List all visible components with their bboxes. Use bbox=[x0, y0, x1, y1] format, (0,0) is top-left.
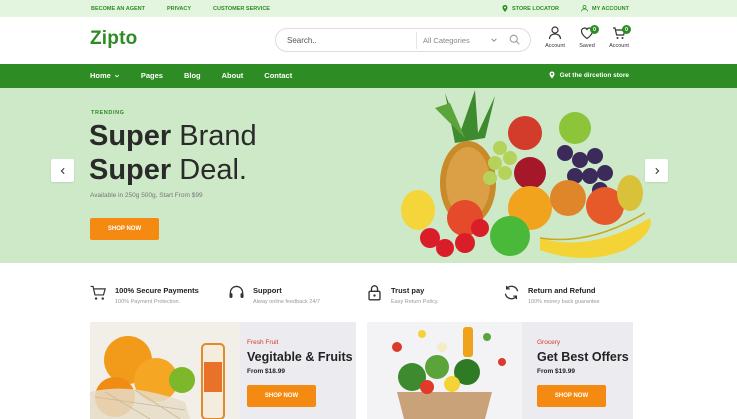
feature-trust-pay: Trust pay Easy Return Policy. bbox=[366, 284, 439, 305]
logo[interactable]: Zipto bbox=[90, 28, 137, 50]
header: Zipto Search.. All Categories Account 0 … bbox=[0, 17, 737, 64]
fruit-basket-image bbox=[90, 322, 240, 419]
hero-title: Super Brand Super Deal. bbox=[89, 119, 257, 187]
saved-button[interactable]: 0 Saved bbox=[575, 25, 599, 49]
promo-title: Vegitable & Fruits bbox=[247, 350, 353, 364]
promo-price: From $18.99 bbox=[247, 368, 285, 375]
grocery-bag-image bbox=[367, 322, 522, 419]
feature-support: Support Alway online feedback 24/7 bbox=[228, 284, 320, 305]
lock-icon bbox=[368, 285, 381, 301]
hero-line2-rest: Deal. bbox=[171, 154, 247, 186]
nav-item-contact[interactable]: Contact bbox=[264, 71, 292, 80]
nav-item-pages[interactable]: Pages bbox=[141, 71, 163, 80]
top-bar: BECOME AN AGENT PRIVACY CUSTOMER SERVICE… bbox=[0, 0, 737, 17]
prev-slide-button[interactable] bbox=[51, 159, 74, 182]
hero-line2-bold: Super bbox=[89, 154, 172, 186]
promo-shop-now-button[interactable]: SHOP NOW bbox=[247, 385, 316, 407]
map-pin-icon bbox=[502, 5, 508, 12]
feature-return-refund: Return and Refund 100% money back guaran… bbox=[503, 284, 600, 305]
privacy-link[interactable]: PRIVACY bbox=[167, 6, 191, 12]
cart-count-badge: 0 bbox=[622, 25, 631, 34]
feature-title: 100% Secure Payments bbox=[115, 286, 199, 295]
feature-title: Trust pay bbox=[391, 286, 425, 295]
nav-item-about[interactable]: About bbox=[222, 71, 244, 80]
saved-label: Saved bbox=[579, 43, 595, 49]
user-icon bbox=[548, 26, 562, 40]
promo-price: From $19.99 bbox=[537, 368, 575, 375]
promo-title: Get Best Offers bbox=[537, 350, 629, 364]
feature-title: Support bbox=[253, 286, 282, 295]
hero-banner: TRENDING Super Brand Super Deal. Availab… bbox=[0, 88, 737, 263]
main-nav: Home Pages Blog About Contact Get the di… bbox=[0, 64, 737, 88]
hero-line1-bold: Super bbox=[89, 120, 172, 152]
feature-secure-payments: 100% Secure Payments 100% Payment Protec… bbox=[90, 284, 199, 305]
cart-button[interactable]: 0 Account bbox=[607, 25, 631, 49]
customer-service-link[interactable]: CUSTOMER SERVICE bbox=[213, 6, 270, 12]
chevron-down-icon bbox=[491, 38, 497, 42]
cart-icon bbox=[90, 285, 106, 300]
direction-store-label: Get the dircetion store bbox=[559, 71, 629, 79]
chevron-left-icon bbox=[60, 167, 65, 174]
nav-item-home[interactable]: Home bbox=[90, 71, 120, 80]
feature-subtitle: Easy Return Policy. bbox=[391, 299, 439, 305]
map-pin-icon bbox=[549, 71, 555, 79]
store-locator-link[interactable]: STORE LOCATOR bbox=[502, 5, 559, 12]
nav-item-blog[interactable]: Blog bbox=[184, 71, 201, 80]
store-locator-label: STORE LOCATOR bbox=[511, 5, 560, 12]
my-account-link[interactable]: MY ACCOUNT bbox=[581, 5, 629, 12]
promo-category: Grocery bbox=[537, 339, 561, 346]
fruit-image bbox=[401, 90, 651, 258]
features-row: 100% Secure Payments 100% Payment Protec… bbox=[0, 263, 737, 321]
refresh-icon bbox=[504, 285, 519, 300]
headset-icon bbox=[229, 285, 244, 298]
promo-shop-now-button[interactable]: SHOP NOW bbox=[537, 385, 606, 407]
direction-store-link[interactable]: Get the dircetion store bbox=[549, 71, 629, 79]
hero-tag: TRENDING bbox=[91, 110, 125, 116]
nav-home-label: Home bbox=[90, 71, 111, 80]
search-icon[interactable] bbox=[509, 34, 520, 45]
my-account-label: MY ACCOUNT bbox=[592, 5, 629, 12]
saved-count-badge: 0 bbox=[590, 25, 599, 34]
feature-subtitle: Alway online feedback 24/7 bbox=[253, 299, 320, 305]
hero-subtitle: Available in 250g 500g, Start From $99 bbox=[90, 192, 203, 199]
chevron-down-icon bbox=[114, 74, 119, 78]
feature-subtitle: 100% Payment Protection. bbox=[115, 299, 181, 305]
promo-card-fruits[interactable]: Fresh Fruit Vegitable & Fruits From $18.… bbox=[90, 322, 356, 419]
account-label: Account bbox=[545, 43, 565, 49]
search-bar: Search.. All Categories bbox=[275, 28, 531, 52]
hero-line1-rest: Brand bbox=[171, 120, 257, 152]
promo-category: Fresh Fruit bbox=[247, 339, 279, 346]
become-agent-link[interactable]: BECOME AN AGENT bbox=[91, 6, 145, 12]
cart-label: Account bbox=[609, 43, 629, 49]
hero-shop-now-button[interactable]: SHOP NOW bbox=[90, 218, 159, 240]
category-value: All Categories bbox=[423, 36, 470, 45]
promo-card-grocery[interactable]: Grocery Get Best Offers From $19.99 SHOP… bbox=[367, 322, 633, 419]
category-select[interactable]: All Categories bbox=[416, 32, 502, 49]
feature-title: Return and Refund bbox=[528, 286, 596, 295]
feature-subtitle: 100% money back guarantee bbox=[528, 299, 600, 305]
search-input[interactable]: Search.. bbox=[287, 36, 317, 45]
user-icon bbox=[581, 5, 588, 12]
account-button[interactable]: Account bbox=[543, 26, 567, 49]
